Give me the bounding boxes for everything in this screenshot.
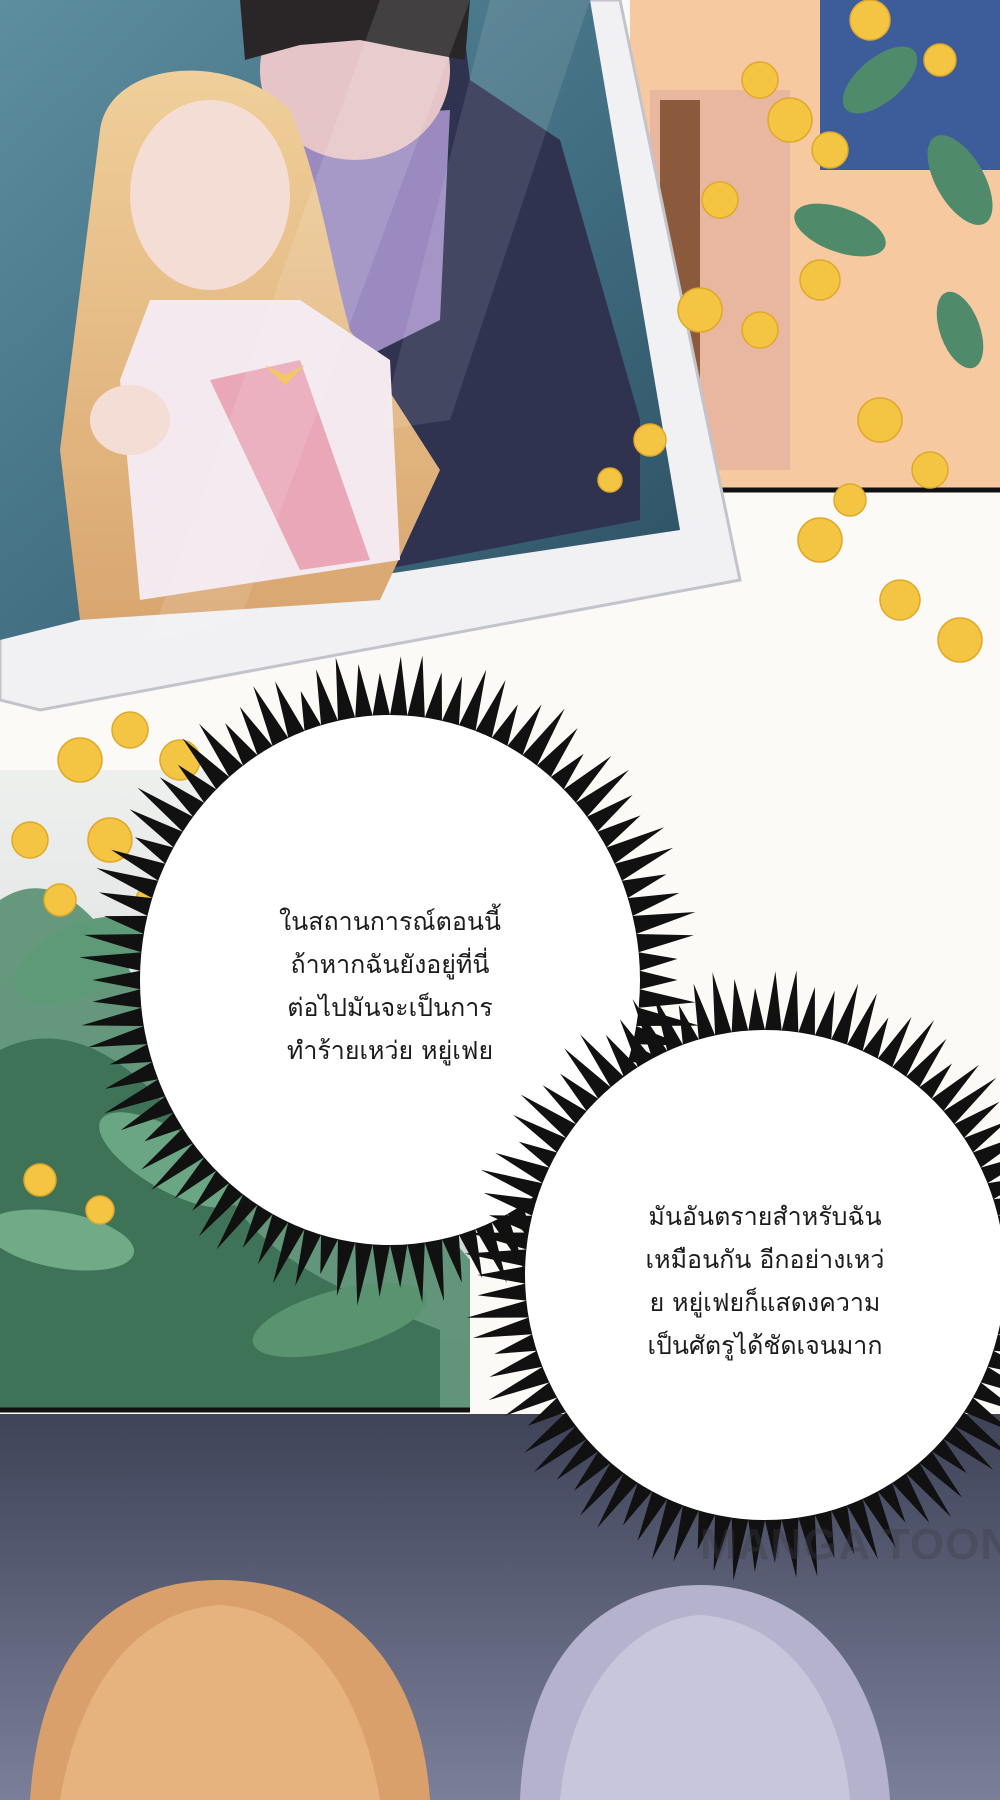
bubble-1-line: ต่อไปมันจะเป็นการ — [287, 993, 493, 1022]
photo-frame — [0, 0, 742, 712]
speech-bubble-2-text: มันอันตรายสำหรับฉัน เหมือนกัน อีกอย่างเห… — [575, 1195, 955, 1367]
watermark: MANGA TOON — [700, 1520, 1000, 1569]
bubble-1-line: ถ้าหากฉันยังอยู่ที่นี่ — [290, 950, 490, 979]
bubble-1-line: ทำร้ายเหว่ย หยู่เฟย — [286, 1036, 494, 1065]
speech-bubble-1-text: ในสถานการณ์ตอนนี้ ถ้าหากฉันยังอยู่ที่นี่… — [200, 900, 580, 1072]
bubble-2-line: เป็นศัตรูได้ชัดเจนมาก — [647, 1331, 883, 1360]
bubble-2-line: มันอันตรายสำหรับฉัน — [648, 1202, 882, 1231]
bubble-1-line: ในสถานการณ์ตอนนี้ — [278, 907, 502, 936]
bubble-2-line: ย หยู่เฟยก็แสดงความ — [649, 1288, 881, 1317]
bubble-2-line: เหมือนกัน อีกอย่างเหว่ — [645, 1245, 885, 1274]
